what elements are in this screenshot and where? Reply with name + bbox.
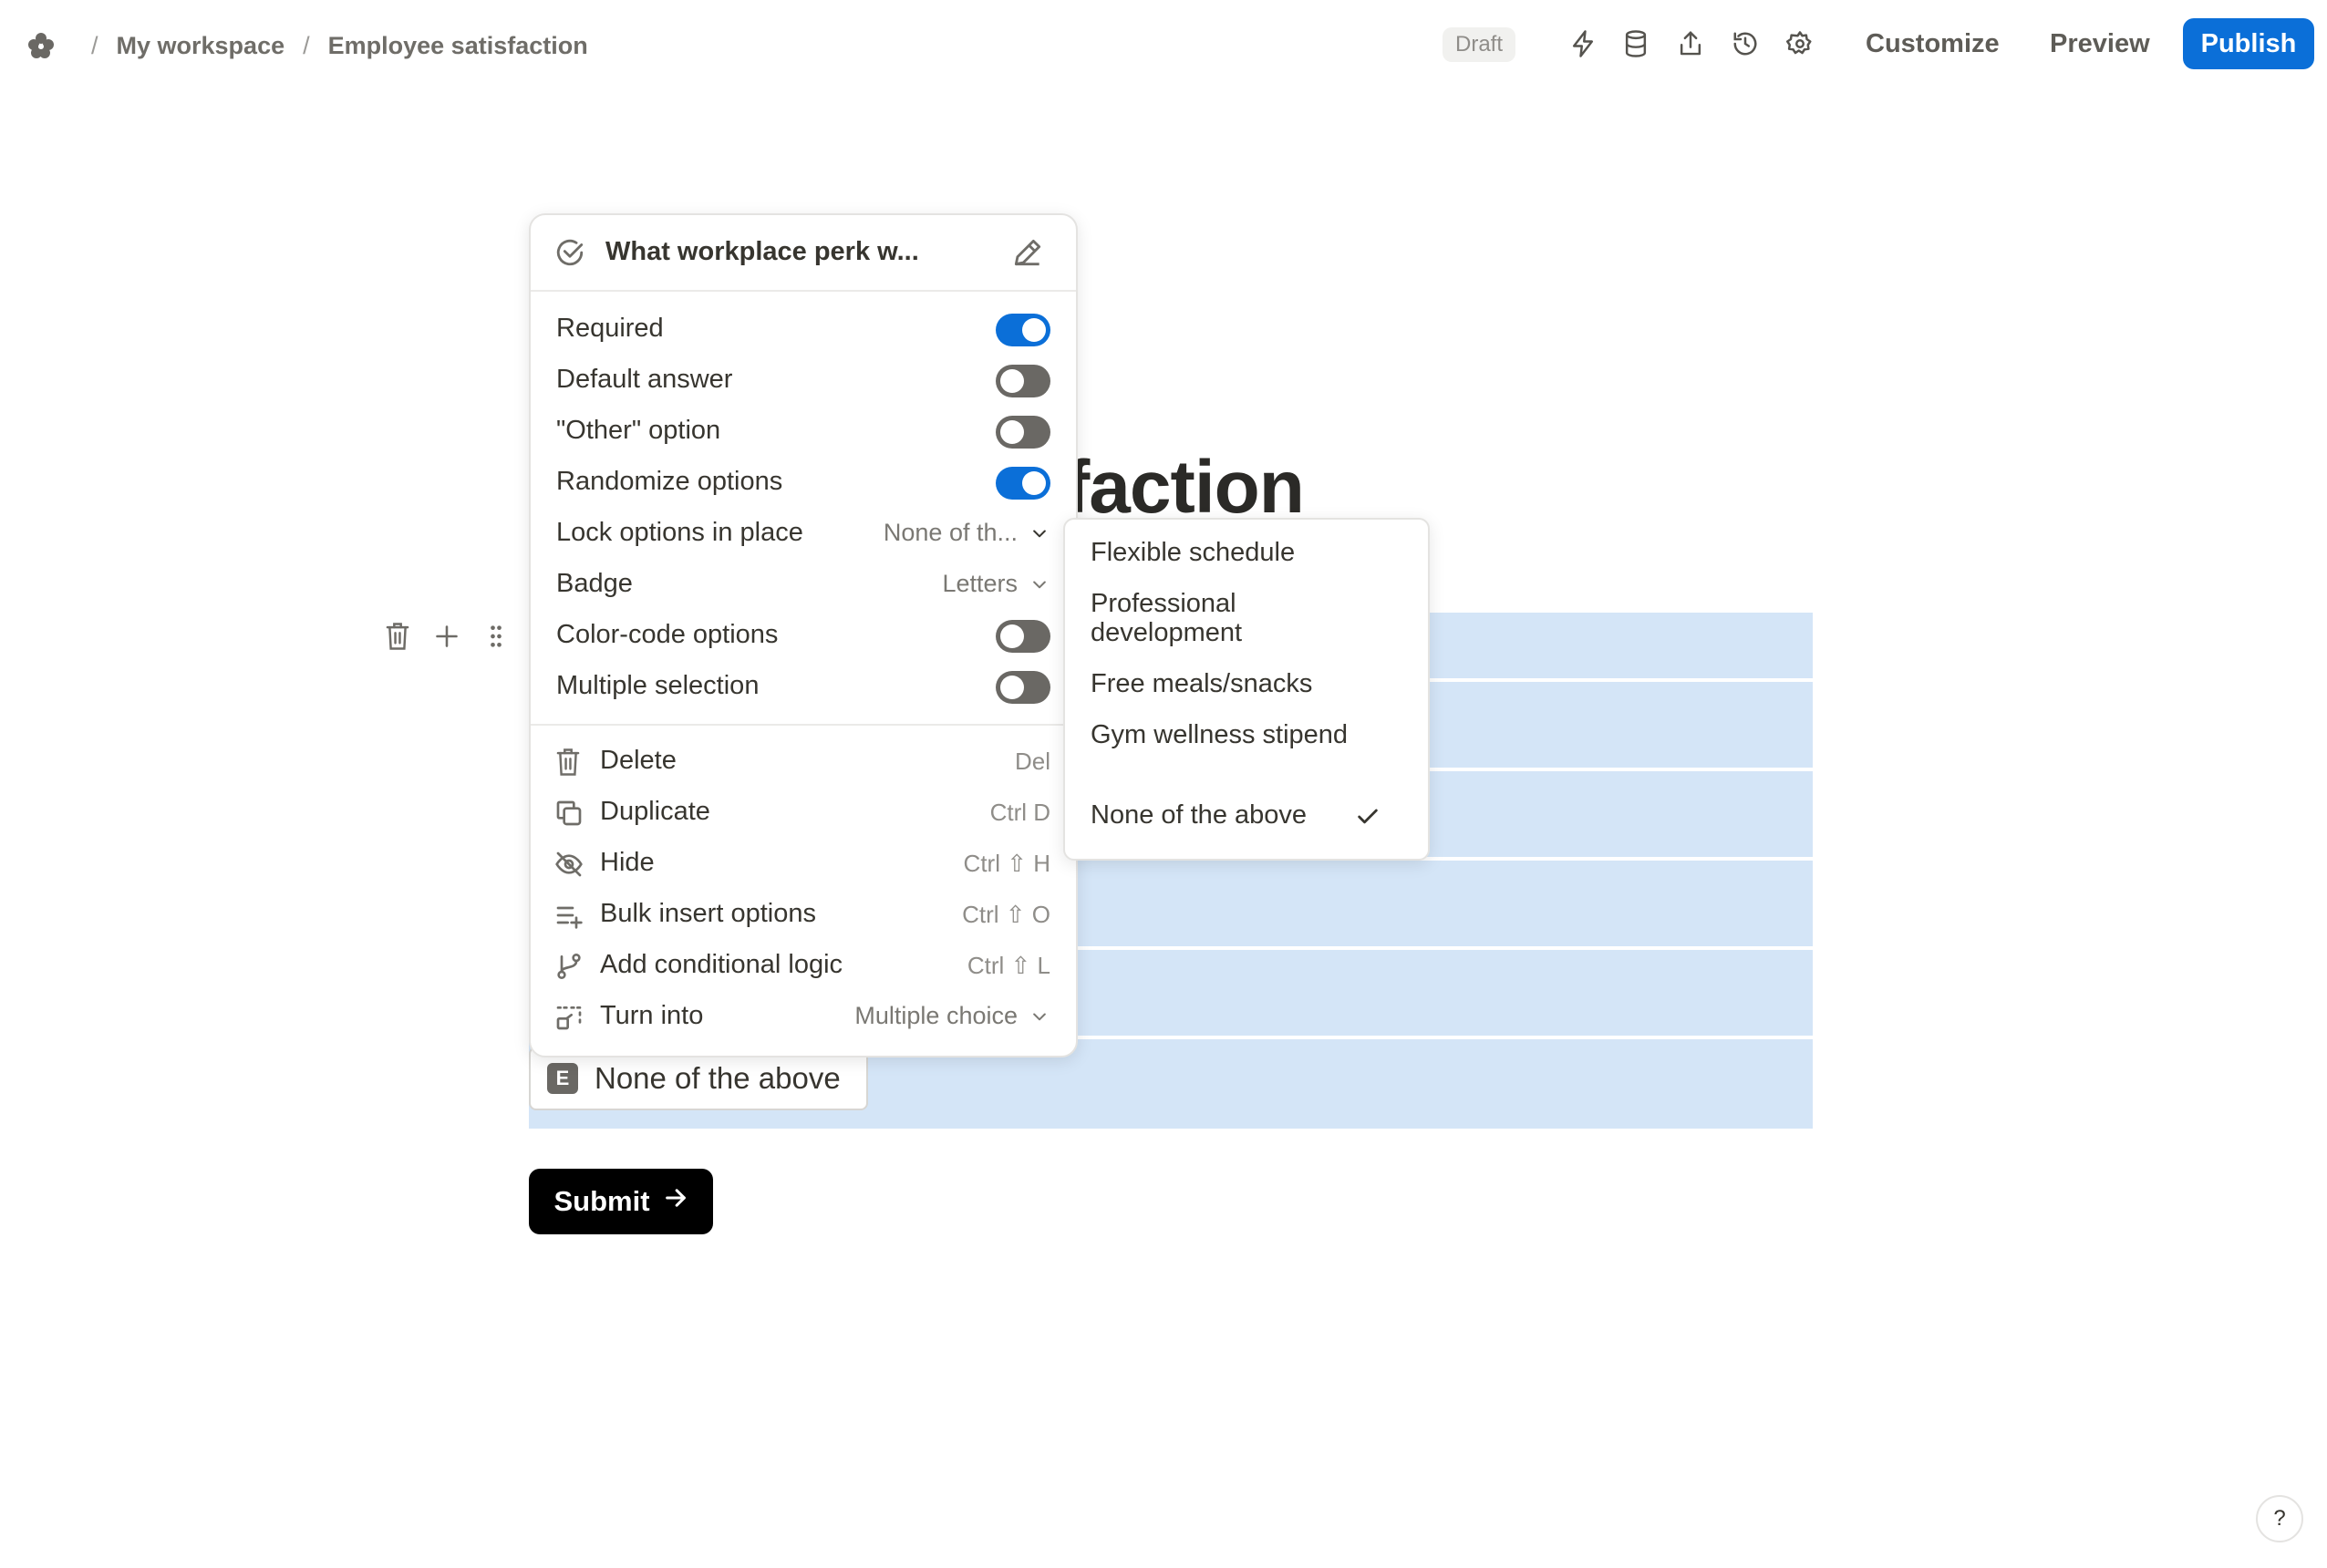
shortcut-hint: Ctrl ⇧ L: [967, 952, 1050, 979]
top-bar: / My workspace / Employee satisfaction D…: [0, 0, 2327, 91]
menu-row-lock-options[interactable]: Lock options in place None of th...: [531, 509, 1076, 560]
gear-icon[interactable]: [1784, 27, 1816, 60]
menu-item-label: Duplicate: [600, 797, 710, 826]
menu-row-badge[interactable]: Badge Letters: [531, 560, 1076, 611]
chevron-down-icon: [1033, 1013, 1046, 1020]
submit-button[interactable]: Submit: [529, 1169, 713, 1234]
breadcrumb-separator: /: [91, 31, 98, 59]
chevron-down-icon: [1033, 530, 1046, 537]
lock-options-select[interactable]: None of th...: [884, 519, 1049, 547]
menu-item-hide[interactable]: Hide Ctrl ⇧ H: [531, 839, 1076, 890]
menu-item-label: Add conditional logic: [600, 950, 843, 979]
question-settings-menu: What workplace perk w... Required Defaul…: [529, 213, 1078, 1057]
menu-item-delete[interactable]: Delete Del: [531, 737, 1076, 788]
chevron-down-icon: [1033, 581, 1046, 588]
plus-icon[interactable]: [430, 618, 463, 655]
color-code-toggle[interactable]: [996, 620, 1050, 653]
menu-item-label: Hide: [600, 848, 655, 877]
drag-handle-icon[interactable]: [480, 618, 512, 655]
multiple-selection-toggle[interactable]: [996, 671, 1050, 704]
other-option-toggle[interactable]: [996, 416, 1050, 449]
arrow-right-icon: [663, 1185, 688, 1218]
eye-off-icon: [554, 850, 584, 879]
breadcrumb: / My workspace / Employee satisfaction: [26, 26, 588, 66]
database-icon[interactable]: [1619, 27, 1652, 60]
menu-header: What workplace perk w...: [531, 215, 1076, 292]
menu-item-label: Delete: [600, 746, 677, 775]
submenu-option[interactable]: Professional development: [1091, 589, 1364, 647]
menu-row-label: Randomize options: [556, 467, 783, 496]
breadcrumb-workspace[interactable]: My workspace: [117, 32, 285, 60]
menu-row-label: Required: [556, 314, 664, 343]
list-plus-icon: [554, 901, 584, 930]
required-toggle[interactable]: [996, 314, 1050, 346]
share-icon[interactable]: [1674, 27, 1707, 60]
menu-item-bulk-insert[interactable]: Bulk insert options Ctrl ⇧ O: [531, 890, 1076, 941]
menu-divider: [531, 724, 1076, 726]
block-toolbar: [381, 618, 512, 655]
submenu-option-selected[interactable]: None of the above: [1091, 800, 1364, 830]
menu-row-label: Lock options in place: [556, 518, 803, 547]
pencil-icon[interactable]: [1010, 235, 1045, 270]
shortcut-hint: Ctrl ⇧ O: [962, 901, 1050, 928]
menu-row-label: Color-code options: [556, 620, 779, 649]
menu-row-label: Badge: [556, 569, 633, 598]
status-badge: Draft: [1443, 27, 1516, 62]
menu-row-multiple-selection[interactable]: Multiple selection: [531, 662, 1076, 713]
menu-row-other-option[interactable]: "Other" option: [531, 407, 1076, 458]
select-value: Multiple choice: [854, 1002, 1018, 1029]
branch-icon: [554, 952, 584, 981]
menu-row-randomize-options[interactable]: Randomize options: [531, 458, 1076, 509]
workspace-logo-icon[interactable]: [26, 30, 57, 61]
menu-row-label: "Other" option: [556, 416, 721, 445]
shortcut-hint: Ctrl D: [989, 799, 1050, 826]
shortcut-hint: Ctrl ⇧ H: [963, 850, 1050, 877]
transform-icon: [554, 1003, 584, 1032]
menu-item-conditional-logic[interactable]: Add conditional logic Ctrl ⇧ L: [531, 941, 1076, 992]
option-label: None of the above: [595, 1061, 841, 1095]
option-badge: E: [547, 1063, 578, 1094]
submenu-option[interactable]: Free meals/snacks: [1091, 669, 1364, 698]
select-value: None of th...: [883, 519, 1018, 546]
menu-row-required[interactable]: Required: [531, 304, 1076, 356]
menu-item-duplicate[interactable]: Duplicate Ctrl D: [531, 788, 1076, 839]
trash-icon[interactable]: [381, 618, 414, 655]
turn-into-select[interactable]: Multiple choice: [854, 1002, 1049, 1030]
menu-item-label: Bulk insert options: [600, 899, 816, 928]
badge-select[interactable]: Letters: [942, 570, 1049, 598]
question-title: What workplace perk w...: [605, 237, 919, 266]
lock-options-submenu: Flexible schedule Professional developme…: [1063, 518, 1430, 861]
publish-button[interactable]: Publish: [2183, 18, 2314, 69]
history-icon[interactable]: [1729, 27, 1762, 60]
submenu-option[interactable]: Gym wellness stipend: [1091, 720, 1364, 749]
check-circle-icon: [554, 237, 585, 268]
menu-item-turn-into[interactable]: Turn into Multiple choice: [531, 992, 1076, 1043]
submenu-option[interactable]: Flexible schedule: [1091, 538, 1364, 567]
menu-row-label: Default answer: [556, 365, 733, 394]
customize-button[interactable]: Customize: [1866, 29, 2000, 59]
lightning-icon[interactable]: [1567, 27, 1599, 60]
default-answer-toggle[interactable]: [996, 365, 1050, 397]
checkmark-icon: [1355, 804, 1381, 830]
menu-row-default-answer[interactable]: Default answer: [531, 356, 1076, 407]
menu-row-label: Multiple selection: [556, 671, 760, 700]
shortcut-hint: Del: [1014, 748, 1050, 775]
breadcrumb-separator: /: [303, 31, 310, 59]
randomize-options-toggle[interactable]: [996, 467, 1050, 500]
submit-label: Submit: [553, 1185, 650, 1217]
trash-icon: [554, 748, 584, 777]
menu-item-label: Turn into: [600, 1001, 704, 1030]
preview-button[interactable]: Preview: [2050, 29, 2150, 59]
copy-icon: [554, 799, 584, 828]
menu-row-color-code[interactable]: Color-code options: [531, 611, 1076, 662]
select-value: Letters: [942, 570, 1018, 597]
help-button[interactable]: ?: [2256, 1495, 2303, 1542]
breadcrumb-form[interactable]: Employee satisfaction: [328, 32, 588, 60]
